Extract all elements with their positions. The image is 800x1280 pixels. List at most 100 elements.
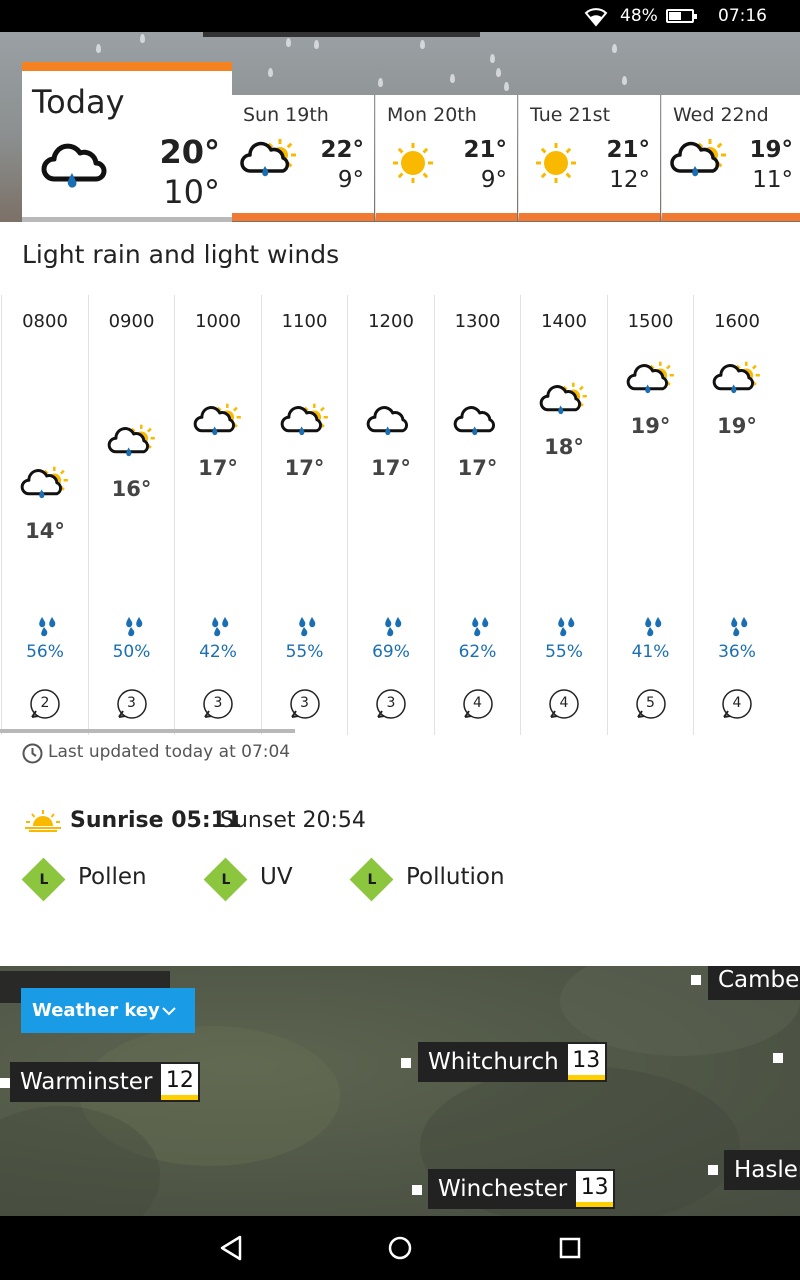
sunny-icon (536, 143, 576, 183)
low-temp: 12° (609, 167, 650, 193)
location-temp: 12 (161, 1064, 199, 1100)
location-name: Hasler (734, 1157, 800, 1183)
day-name: Mon 20th (387, 104, 477, 126)
map-location-winchester[interactable]: Winchester 13 (428, 1169, 616, 1209)
high-temp: 22° (320, 137, 364, 163)
hour-time: 1400 (541, 311, 587, 332)
wind-speed: 4 (559, 695, 569, 711)
raindrops-icon (471, 617, 488, 637)
map-location-camber[interactable]: Camber (708, 966, 800, 1000)
hour-time: 0800 (22, 311, 68, 332)
sunset-text: Sunset 20:54 (220, 808, 366, 833)
raindrops-icon (385, 617, 402, 637)
rain-chance: 55% (285, 642, 324, 662)
wind-speed: 5 (646, 695, 655, 711)
raindrops-icon (212, 617, 229, 637)
wind-speed: 2 (40, 695, 50, 711)
raindrops-icon (298, 617, 315, 637)
hour-column[interactable]: 1600 19° 36% 4 (693, 295, 780, 735)
wifi-icon (584, 8, 608, 27)
sunrise-icon (25, 810, 61, 832)
hour-time: 1000 (195, 311, 241, 332)
day-card[interactable]: Tue 21st 21° 12° (518, 95, 660, 221)
wind-speed: 3 (213, 695, 223, 711)
light-rain-cloud-icon (453, 406, 495, 436)
hour-temp: 17° (198, 456, 238, 480)
light-rain-cloud-icon (41, 143, 107, 188)
map-location-hasler[interactable]: Hasler (724, 1150, 800, 1190)
hour-column[interactable]: 1400 18° 55% 4 (520, 295, 607, 735)
sunny-intervals-rain-icon (670, 139, 726, 177)
sunny-intervals-rain-icon (193, 403, 241, 436)
light-rain-cloud-icon (366, 406, 408, 436)
hour-column[interactable]: 1100 17° 55% 3 (260, 295, 348, 735)
day-card[interactable]: Wed 22nd 19° 11° (661, 95, 800, 221)
hourly-scrollbar[interactable] (0, 729, 295, 733)
location-temp: 13 (576, 1171, 614, 1207)
home-icon[interactable] (384, 1232, 416, 1264)
hour-temp: 19° (717, 414, 757, 438)
raindrops-icon (125, 617, 142, 637)
chevron-down-icon (162, 1007, 176, 1016)
hour-column[interactable]: 1500 19° 41% 5 (606, 295, 694, 735)
location-name: Whitchurch (428, 1049, 559, 1075)
rain-chance: 55% (545, 642, 583, 662)
hour-time: 1500 (627, 311, 674, 332)
hour-temp: 17° (457, 456, 498, 480)
rain-chance: 62% (458, 642, 497, 662)
uv-label: UV (260, 864, 293, 890)
hour-temp: 19° (630, 414, 671, 438)
sunny-intervals-rain-icon (712, 361, 760, 394)
map-marker (401, 1058, 411, 1068)
wind-speed: 4 (473, 695, 482, 711)
wind-speed: 3 (386, 695, 396, 711)
day-name: Today (32, 83, 125, 121)
hour-time: 1300 (454, 311, 501, 332)
location-name: Winchester (438, 1176, 568, 1202)
raindrops-icon (39, 617, 56, 637)
rain-chance: 50% (112, 642, 151, 662)
day-card[interactable]: Sun 19th 22° 9° (232, 95, 374, 221)
clock-icon (22, 743, 43, 764)
high-temp: 20° (159, 133, 220, 171)
raindrops-icon (558, 617, 575, 637)
hour-time: 1200 (368, 311, 414, 332)
hour-column[interactable]: 0800 14° 56% 2 (1, 295, 88, 735)
high-temp: 21° (463, 137, 507, 163)
map-marker (691, 975, 701, 985)
high-temp: 19° (749, 137, 793, 163)
recents-icon[interactable] (554, 1232, 586, 1264)
sunny-intervals-rain-icon (539, 382, 587, 415)
sunny-icon (393, 143, 433, 183)
pollen-label: Pollen (78, 864, 147, 890)
hour-temp: 17° (284, 456, 325, 480)
hour-time: 0900 (108, 311, 155, 332)
wind-speed: 3 (300, 695, 309, 711)
day-name: Tue 21st (530, 104, 611, 126)
weather-key-button[interactable]: Weather key (21, 988, 195, 1033)
hour-temp: 17° (371, 456, 411, 480)
low-temp: 9° (337, 167, 364, 193)
hour-column[interactable]: 0900 16° 50% 3 (87, 295, 175, 735)
hour-column[interactable]: 1000 17° 42% 3 (174, 295, 261, 735)
day-card-today[interactable]: Today 20° 10° (22, 62, 232, 222)
back-icon[interactable] (216, 1232, 248, 1264)
wind-speed: 4 (732, 695, 742, 711)
map-marker (773, 1053, 783, 1063)
day-card[interactable]: Mon 20th 21° 9° (375, 95, 517, 221)
map-location-warminster[interactable]: Warminster 12 (10, 1062, 201, 1102)
sunny-intervals-rain-icon (107, 424, 155, 457)
battery-percentage: 48% (620, 6, 658, 26)
wind-speed: 3 (127, 695, 136, 711)
hourly-forecast[interactable]: 0800 14° 56% 2 0900 16° 50% 3 1000 17° 42% 3 1100… (0, 295, 800, 735)
weather-summary: Light rain and light winds (22, 240, 340, 269)
sunny-intervals-rain-icon (240, 139, 296, 177)
map-marker (0, 1078, 10, 1088)
location-name: Camber (718, 967, 800, 993)
sunny-intervals-rain-icon (280, 403, 328, 436)
sunny-intervals-rain-icon (626, 361, 674, 394)
hour-column[interactable]: 1200 17° 69% 3 (347, 295, 434, 735)
hour-column[interactable]: 1300 17° 62% 4 (433, 295, 521, 735)
map-location-whitchurch[interactable]: Whitchurch 13 (418, 1042, 607, 1082)
map-marker (412, 1185, 422, 1195)
